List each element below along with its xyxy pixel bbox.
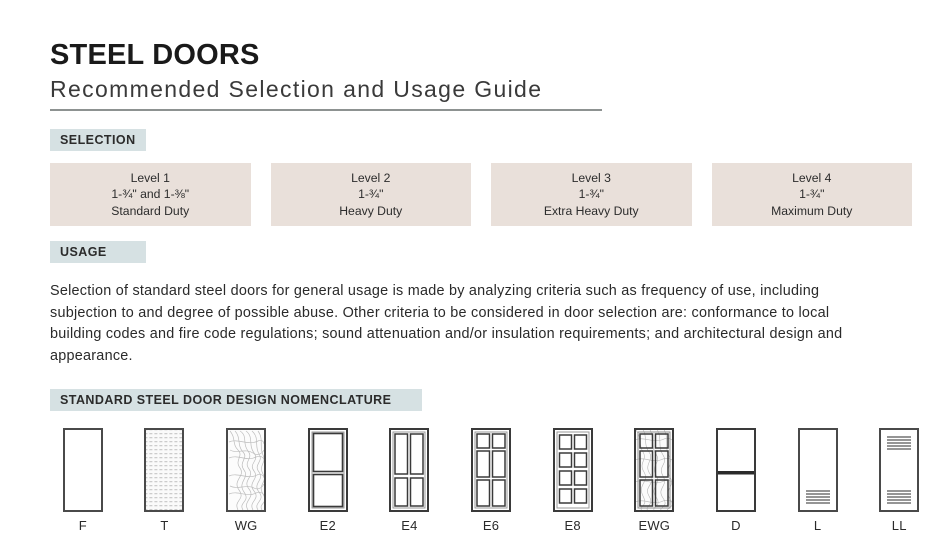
door-label: WG: [234, 518, 258, 533]
title-divider: [50, 109, 602, 112]
door-flush-icon: [62, 428, 103, 512]
door-item-e2: E2: [287, 428, 369, 533]
door-item-l: L: [777, 428, 859, 533]
level-thickness: 1-¾": [799, 187, 825, 202]
level-thickness: 1-¾": [358, 187, 384, 202]
door-label: E6: [482, 518, 500, 533]
door-item-wg: WG: [205, 428, 287, 533]
door-label: E8: [564, 518, 581, 533]
door-label: E2: [319, 518, 336, 533]
door-label: T: [160, 518, 169, 533]
door-item-e4: E4: [369, 428, 451, 533]
level-name: Level 2: [351, 170, 391, 185]
level-card: Level 4 1-¾" Maximum Duty: [711, 163, 912, 226]
page-title: STEEL DOORS: [50, 39, 260, 71]
door-panel-woodgrain-icon: [634, 428, 675, 512]
level-thickness: 1-¾" and 1-⅜": [111, 187, 190, 202]
door-label: EWG: [638, 518, 671, 533]
door-item-d: D: [695, 428, 777, 533]
door-item-t: T: [124, 428, 206, 533]
level-duty: Extra Heavy Duty: [543, 203, 639, 218]
door-label: L: [813, 518, 822, 533]
door-panel-2x2-icon: [389, 428, 430, 512]
level-card: Level 2 1-¾" Heavy Duty: [270, 163, 471, 226]
usage-paragraph: Selection of standard steel doors for ge…: [50, 283, 843, 364]
door-label: LL: [891, 518, 907, 533]
door-item-ewg: EWG: [613, 428, 695, 533]
section-header-usage: USAGE: [50, 241, 146, 263]
door-panel-2x3-icon: [471, 428, 512, 512]
door-louver-bottom-icon: [797, 428, 838, 512]
door-nomenclature-strip: F T WG E2 E4 E6 E8 EWG D L LL: [42, 428, 940, 533]
level-name: Level 4: [792, 170, 832, 185]
level-duty: Standard Duty: [111, 203, 190, 218]
level-card: Level 3 1-¾" Extra Heavy Duty: [491, 163, 692, 226]
door-label: E4: [401, 518, 418, 533]
title-block: STEEL DOORS Recommended Selection and Us…: [50, 39, 610, 112]
level-duty: Heavy Duty: [339, 203, 403, 218]
door-item-ll: LL: [858, 428, 940, 533]
selection-levels: Level 1 1-¾" and 1-⅜" Standard Duty Leve…: [50, 163, 912, 226]
door-item-e8: E8: [532, 428, 614, 533]
door-label: F: [78, 518, 87, 533]
door-panel-1x2-icon: [307, 428, 348, 512]
section-header-selection: SELECTION: [50, 129, 146, 151]
level-name: Level 3: [571, 170, 611, 185]
section-header-nomenclature: STANDARD STEEL DOOR DESIGN NOMENCLATURE: [50, 389, 422, 411]
door-woodgrain-icon: [226, 428, 267, 512]
level-duty: Maximum Duty: [771, 203, 853, 218]
level-thickness: 1-¾": [578, 187, 604, 202]
door-dutch-icon: [715, 428, 756, 512]
door-item-f: F: [42, 428, 124, 533]
level-card: Level 1 1-¾" and 1-⅜" Standard Duty: [50, 163, 251, 226]
door-item-e6: E6: [450, 428, 532, 533]
door-label: D: [731, 518, 741, 533]
door-louver-top-bottom-icon: [879, 428, 920, 512]
page-subtitle: Recommended Selection and Usage Guide: [50, 76, 543, 103]
level-name: Level 1: [130, 170, 170, 185]
door-panel-2x4-icon: [552, 428, 593, 512]
door-textured-icon: [144, 428, 185, 512]
